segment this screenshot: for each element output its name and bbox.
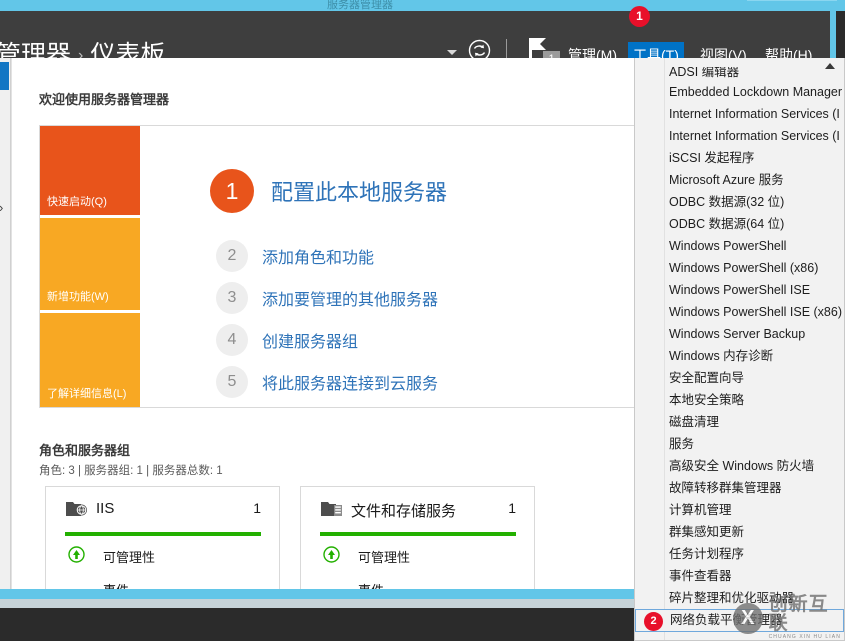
top-strip-accent xyxy=(747,0,837,1)
file-storage-role-icon xyxy=(321,499,343,518)
menu-item-network-load-balancing-label: 网络负载平衡管理器 xyxy=(670,613,783,627)
menu-item-computer-management[interactable]: 计算机管理 xyxy=(635,499,844,521)
menu-item-windows-powershell-x86[interactable]: Windows PowerShell (x86) xyxy=(635,257,844,279)
tools-dropdown-menu[interactable]: ADSI 编辑器 Embedded Lockdown Manager Inter… xyxy=(634,58,845,641)
sidebar-item-dashboard[interactable] xyxy=(0,62,9,90)
tile-whats-new-label: 新增功能(W) xyxy=(47,288,109,304)
chevron-right-icon[interactable]: › xyxy=(0,200,3,215)
tile-quick-start-label: 快速启动(Q) xyxy=(47,193,107,209)
menu-item-windows-powershell[interactable]: Windows PowerShell xyxy=(635,235,844,257)
menu-item-failover-cluster-manager[interactable]: 故障转移群集管理器 xyxy=(635,477,844,499)
roles-summary: 角色: 3 | 服务器组: 1 | 服务器总数: 1 xyxy=(39,462,223,478)
menu-item-disk-cleanup[interactable]: 磁盘清理 xyxy=(635,411,844,433)
welcome-heading: 欢迎使用服务器管理器 xyxy=(39,89,169,108)
menu-item-windows-powershell-ise-x86[interactable]: Windows PowerShell ISE (x86) xyxy=(635,301,844,323)
chevron-down-icon[interactable] xyxy=(447,50,457,55)
menu-item-iis-manager-6[interactable]: Internet Information Services (I xyxy=(635,125,844,147)
welcome-steps: 1 配置此本地服务器 2 添加角色和功能 3 添加要管理的其他服务器 4 创建服… xyxy=(155,126,663,407)
menu-item-odbc-32[interactable]: ODBC 数据源(32 位) xyxy=(635,191,844,213)
menu-item-odbc-64[interactable]: ODBC 数据源(64 位) xyxy=(635,213,844,235)
menu-item-embedded-lockdown-manager[interactable]: Embedded Lockdown Manager xyxy=(635,81,844,103)
step-3-label[interactable]: 添加要管理的其他服务器 xyxy=(262,286,438,310)
role-count-file-storage: 1 xyxy=(508,500,516,516)
role-status-bar-file-storage xyxy=(320,532,516,536)
step-connect-cloud[interactable]: 5 将此服务器连接到云服务 xyxy=(216,366,438,398)
app-header: 管理器›仪表板 1 管理(M) 工具(T) 视图(V) 帮助(H) xyxy=(0,11,830,58)
tile-learn-more[interactable]: 了解详细信息(L) xyxy=(40,313,140,407)
role-name-iis: IIS xyxy=(96,500,114,517)
top-accent-strip: 服务器管理器 xyxy=(0,0,845,11)
role-manageability-file-storage[interactable]: 可管理性 xyxy=(358,547,410,566)
menu-item-windows-firewall-advanced[interactable]: 高级安全 Windows 防火墙 xyxy=(635,455,844,477)
menu-item-network-load-balancing-manager[interactable]: 2 网络负载平衡管理器 xyxy=(635,609,844,632)
tile-quick-start[interactable]: 快速启动(Q) xyxy=(40,126,140,215)
tile-whats-new[interactable]: 新增功能(W) xyxy=(40,218,140,310)
step-configure-local-server[interactable]: 1 配置此本地服务器 xyxy=(210,169,447,213)
menu-item-step-badge: 2 xyxy=(644,612,663,631)
menu-item-local-security-policy[interactable]: 本地安全策略 xyxy=(635,389,844,411)
roles-heading: 角色和服务器组 xyxy=(39,440,130,459)
menu-item-adsi-edit[interactable]: ADSI 编辑器 xyxy=(635,67,844,81)
step-2-label[interactable]: 添加角色和功能 xyxy=(262,244,374,268)
header-dark-edge xyxy=(836,11,845,58)
step-5-label[interactable]: 将此服务器连接到云服务 xyxy=(262,370,438,394)
role-count-iis: 1 xyxy=(253,500,261,516)
menu-item-windows-powershell-ise[interactable]: Windows PowerShell ISE xyxy=(635,279,844,301)
app-window: 服务器管理器 管理器›仪表板 1 管理(M) xyxy=(0,0,845,641)
tools-menu-list: ADSI 编辑器 Embedded Lockdown Manager Inter… xyxy=(635,67,844,632)
welcome-tiles: 快速启动(Q) 新增功能(W) 了解详细信息(L) xyxy=(40,126,140,407)
iis-role-icon xyxy=(66,499,88,518)
step-add-roles-features[interactable]: 2 添加角色和功能 xyxy=(216,240,374,272)
step-4-label[interactable]: 创建服务器组 xyxy=(262,328,358,352)
tile-learn-more-label: 了解详细信息(L) xyxy=(47,385,126,401)
welcome-panel: 快速启动(Q) 新增功能(W) 了解详细信息(L) 1 配置此本地服务器 2 添… xyxy=(39,125,665,408)
role-card-file-storage[interactable]: 文件和存储服务 1 可管理性 事件 xyxy=(300,486,535,589)
step-3-number: 3 xyxy=(216,282,248,314)
up-arrow-circle-icon xyxy=(68,546,85,563)
tools-step-badge: 1 xyxy=(629,6,650,27)
role-events-iis[interactable]: 事件 xyxy=(103,580,129,589)
menu-item-security-configuration-wizard[interactable]: 安全配置向导 xyxy=(635,367,844,389)
role-card-iis[interactable]: IIS 1 可管理性 事件 xyxy=(45,486,280,589)
step-2-number: 2 xyxy=(216,240,248,272)
menu-item-windows-memory-diagnostic[interactable]: Windows 内存诊断 xyxy=(635,345,844,367)
sidebar-rail xyxy=(0,58,11,590)
step-4-number: 4 xyxy=(216,324,248,356)
role-status-bar-iis xyxy=(65,532,261,536)
menu-item-services[interactable]: 服务 xyxy=(635,433,844,455)
menu-item-microsoft-azure-services[interactable]: Microsoft Azure 服务 xyxy=(635,169,844,191)
step-1-label[interactable]: 配置此本地服务器 xyxy=(271,175,447,207)
menu-item-defragment-optimize-drives[interactable]: 碎片整理和优化驱动器 xyxy=(635,587,844,609)
menu-item-event-viewer[interactable]: 事件查看器 xyxy=(635,565,844,587)
menu-item-cluster-aware-updating[interactable]: 群集感知更新 xyxy=(635,521,844,543)
step-1-number: 1 xyxy=(210,169,254,213)
menu-item-iscsi-initiator[interactable]: iSCSI 发起程序 xyxy=(635,147,844,169)
role-manageability-iis[interactable]: 可管理性 xyxy=(103,547,155,566)
up-arrow-circle-icon xyxy=(323,546,340,563)
step-create-server-group[interactable]: 4 创建服务器组 xyxy=(216,324,358,356)
step-add-other-servers[interactable]: 3 添加要管理的其他服务器 xyxy=(216,282,438,314)
role-name-file-storage: 文件和存储服务 xyxy=(351,500,456,521)
menu-item-iis-manager[interactable]: Internet Information Services (I xyxy=(635,103,844,125)
role-events-file-storage[interactable]: 事件 xyxy=(358,580,384,589)
step-5-number: 5 xyxy=(216,366,248,398)
menu-item-windows-server-backup[interactable]: Windows Server Backup xyxy=(635,323,844,345)
menu-item-task-scheduler[interactable]: 任务计划程序 xyxy=(635,543,844,565)
